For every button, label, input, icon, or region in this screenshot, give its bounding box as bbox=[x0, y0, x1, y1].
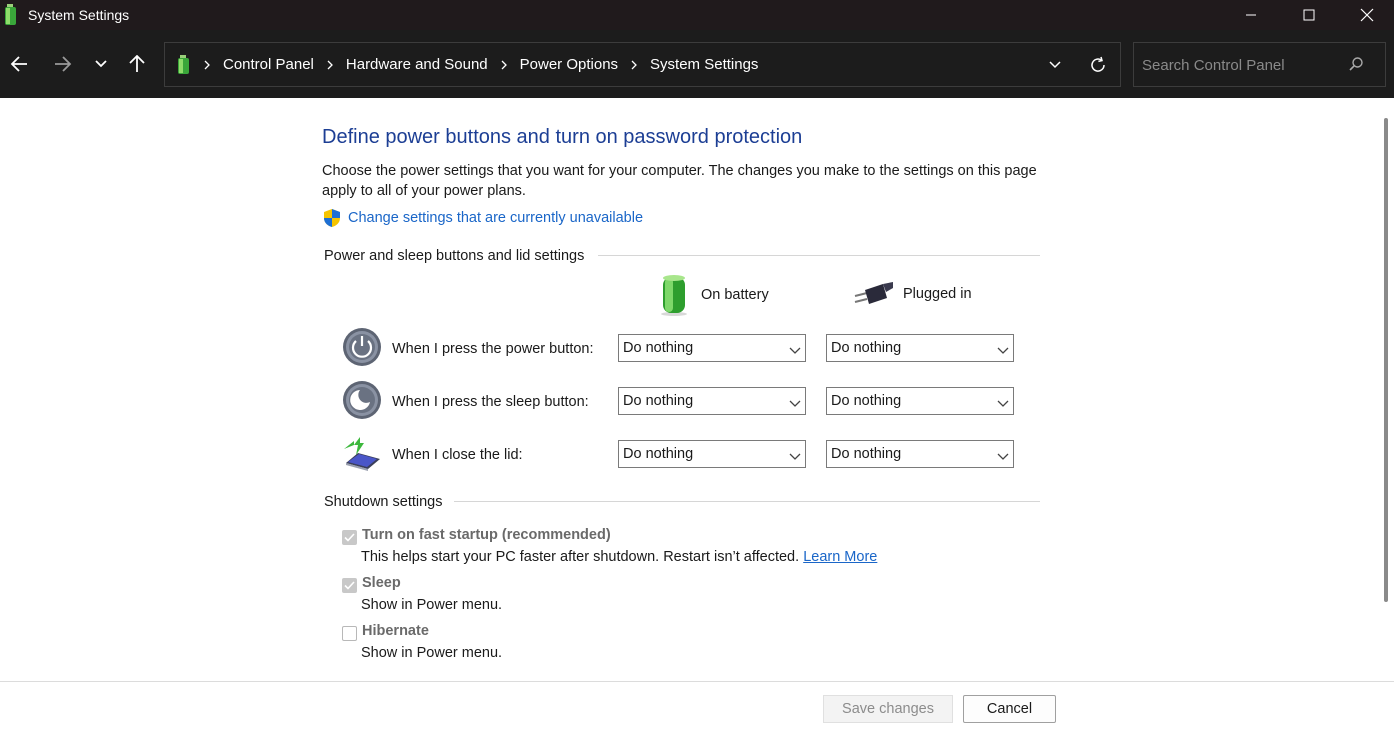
select-value: Do nothing bbox=[831, 340, 902, 356]
select-value: Do nothing bbox=[831, 446, 902, 462]
chevron-down-icon bbox=[789, 343, 801, 359]
fast-startup-label: Turn on fast startup (recommended) bbox=[362, 527, 611, 543]
sleep-button-plugged-select[interactable]: Do nothing bbox=[826, 387, 1014, 415]
breadcrumb-location-icon bbox=[177, 54, 191, 75]
fast-startup-checkbox[interactable] bbox=[342, 530, 357, 545]
save-changes-button[interactable]: Save changes bbox=[823, 695, 953, 723]
learn-more-link[interactable]: Learn More bbox=[803, 549, 877, 565]
breadcrumb-system-settings[interactable]: System Settings bbox=[650, 56, 758, 73]
power-button-label: When I press the power button: bbox=[392, 341, 594, 357]
chevron-down-icon bbox=[997, 343, 1009, 359]
page-title: Define power buttons and turn on passwor… bbox=[322, 126, 803, 148]
on-battery-label: On battery bbox=[701, 287, 769, 303]
buttons-section-title: Power and sleep buttons and lid settings bbox=[324, 248, 585, 264]
shutdown-section-title: Shutdown settings bbox=[324, 494, 443, 510]
page-description: Choose the power settings that you want … bbox=[322, 163, 1037, 199]
breadcrumb-power-options[interactable]: Power Options bbox=[520, 56, 618, 73]
sleep-label: Sleep bbox=[362, 575, 401, 591]
title-bar: System Settings bbox=[0, 0, 1394, 30]
sleep-checkbox[interactable] bbox=[342, 578, 357, 593]
select-value: Do nothing bbox=[623, 393, 694, 409]
change-settings-link-text[interactable]: Change settings that are currently unava… bbox=[348, 210, 643, 226]
content-area: Define power buttons and turn on passwor… bbox=[0, 98, 1394, 681]
change-settings-link[interactable]: Change settings that are currently unava… bbox=[322, 208, 643, 228]
recent-locations-button[interactable] bbox=[86, 52, 116, 76]
lid-plugged-select[interactable]: Do nothing bbox=[826, 440, 1014, 468]
power-options-app-icon bbox=[4, 4, 18, 31]
cancel-button[interactable]: Cancel bbox=[963, 695, 1056, 723]
chevron-down-icon bbox=[997, 449, 1009, 465]
close-lid-label: When I close the lid: bbox=[392, 447, 523, 463]
navigation-bar: Control Panel Hardware and Sound Power O… bbox=[0, 30, 1394, 98]
sleep-button-icon bbox=[342, 380, 382, 420]
select-value: Do nothing bbox=[831, 393, 902, 409]
hibernate-checkbox[interactable] bbox=[342, 626, 357, 641]
window-title: System Settings bbox=[28, 7, 130, 23]
sleep-description: Show in Power menu. bbox=[361, 597, 503, 613]
chevron-down-icon bbox=[997, 396, 1009, 412]
chevron-down-icon bbox=[789, 396, 801, 412]
shutdown-section-header: Shutdown settings bbox=[324, 494, 443, 510]
plugged-in-column-header: Plugged in bbox=[853, 278, 972, 310]
battery-icon bbox=[658, 274, 690, 316]
breadcrumb-control-panel[interactable]: Control Panel bbox=[223, 56, 314, 73]
lid-battery-select[interactable]: Do nothing bbox=[618, 440, 806, 468]
close-button[interactable] bbox=[1338, 0, 1394, 30]
breadcrumb: Control Panel Hardware and Sound Power O… bbox=[177, 43, 758, 86]
power-button-plugged-select[interactable]: Do nothing bbox=[826, 334, 1014, 362]
sleep-button-battery-select[interactable]: Do nothing bbox=[618, 387, 806, 415]
search-box[interactable] bbox=[1133, 42, 1386, 87]
fast-startup-desc-text: This helps start your PC faster after sh… bbox=[361, 549, 800, 565]
chevron-right-icon bbox=[630, 59, 638, 71]
chevron-right-icon bbox=[326, 59, 334, 71]
uac-shield-icon bbox=[322, 208, 342, 228]
hibernate-label: Hibernate bbox=[362, 623, 429, 639]
refresh-button[interactable] bbox=[1085, 53, 1111, 77]
footer-bar: Save changes Cancel bbox=[0, 681, 1394, 734]
fast-startup-description: This helps start your PC faster after sh… bbox=[361, 549, 877, 565]
hibernate-description: Show in Power menu. bbox=[361, 645, 503, 661]
select-value: Do nothing bbox=[623, 340, 694, 356]
minimize-button[interactable] bbox=[1222, 0, 1280, 30]
breadcrumb-hardware-and-sound[interactable]: Hardware and Sound bbox=[346, 56, 488, 73]
laptop-lid-icon bbox=[342, 435, 382, 475]
maximize-button[interactable] bbox=[1280, 0, 1338, 30]
chevron-down-icon bbox=[789, 449, 801, 465]
search-icon[interactable] bbox=[1348, 56, 1364, 77]
select-value: Do nothing bbox=[623, 446, 694, 462]
address-bar[interactable]: Control Panel Hardware and Sound Power O… bbox=[164, 42, 1121, 87]
chevron-right-icon bbox=[203, 59, 211, 71]
vertical-scrollbar[interactable] bbox=[1384, 118, 1388, 602]
power-button-battery-select[interactable]: Do nothing bbox=[618, 334, 806, 362]
up-button[interactable] bbox=[122, 52, 152, 76]
address-history-dropdown[interactable] bbox=[1043, 55, 1067, 75]
power-button-icon bbox=[342, 327, 382, 367]
power-plug-icon bbox=[853, 278, 895, 310]
sleep-button-label: When I press the sleep button: bbox=[392, 394, 589, 410]
on-battery-column-header: On battery bbox=[658, 274, 769, 316]
chevron-right-icon bbox=[500, 59, 508, 71]
plugged-in-label: Plugged in bbox=[903, 286, 972, 302]
buttons-section-header: Power and sleep buttons and lid settings bbox=[324, 248, 584, 264]
back-button[interactable] bbox=[4, 52, 34, 76]
forward-button[interactable] bbox=[48, 52, 78, 76]
search-input[interactable] bbox=[1142, 54, 1342, 76]
